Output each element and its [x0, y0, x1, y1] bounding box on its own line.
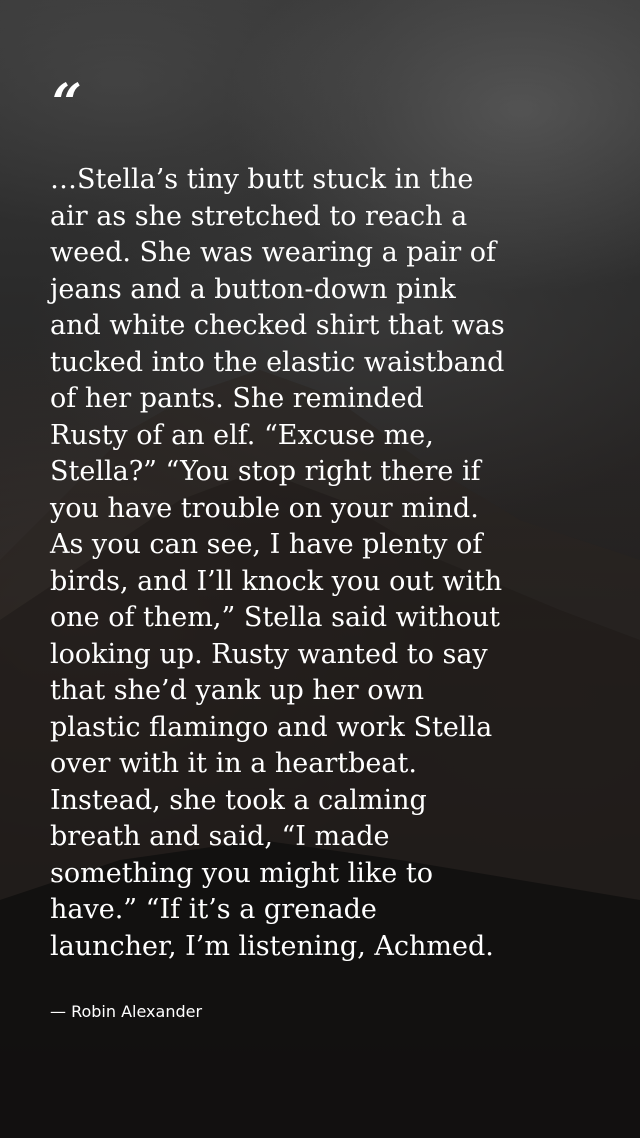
quote-line: As you can see, I have plenty of: [50, 529, 483, 560]
quote-author: — Robin Alexander: [50, 1002, 203, 1021]
quote-line: tucked into the elastic waistband: [50, 346, 505, 378]
quote-line: launcher, I’m listening, Achmed.: [50, 930, 494, 962]
quote-line: birds, and I’ll knock you out with: [50, 565, 503, 597]
quote-text: …Stella’s tiny butt stuck in the air as s…: [50, 162, 610, 965]
quote-line: something you might like to: [50, 857, 433, 889]
quote-line: and white checked shirt that was: [50, 310, 505, 341]
quote-line: one of them,” Stella said without: [50, 602, 501, 633]
quote-line: jeans and a button-down pink: [50, 273, 456, 305]
quote-line: air as she stretched to reach a: [50, 200, 468, 232]
quote-line: you have trouble on your mind.: [50, 492, 479, 524]
quote-line: …Stella’s tiny butt stuck in the: [50, 164, 474, 195]
quote-line: weed. She was wearing a pair of: [50, 237, 497, 268]
quote-line: that she’d yank up her own: [50, 675, 424, 706]
quote-line: of her pants. She reminded: [50, 383, 424, 414]
quote-line: looking up. Rusty wanted to say: [50, 638, 488, 670]
quote-line: Instead, she took a calming: [50, 784, 427, 816]
quote-line: Rusty of an elf. “Excuse me,: [50, 419, 434, 451]
quote-line: have.” “If it’s a grenade: [50, 894, 377, 925]
quote-line: plastic flamingo and work Stella: [50, 711, 493, 743]
quote-line: breath and said, “I made: [50, 821, 390, 852]
quote-line: Stella?” “You stop right there if: [50, 456, 481, 487]
quote-mark-icon: “: [52, 73, 82, 134]
quote-line: over with it in a heartbeat.: [50, 748, 417, 779]
